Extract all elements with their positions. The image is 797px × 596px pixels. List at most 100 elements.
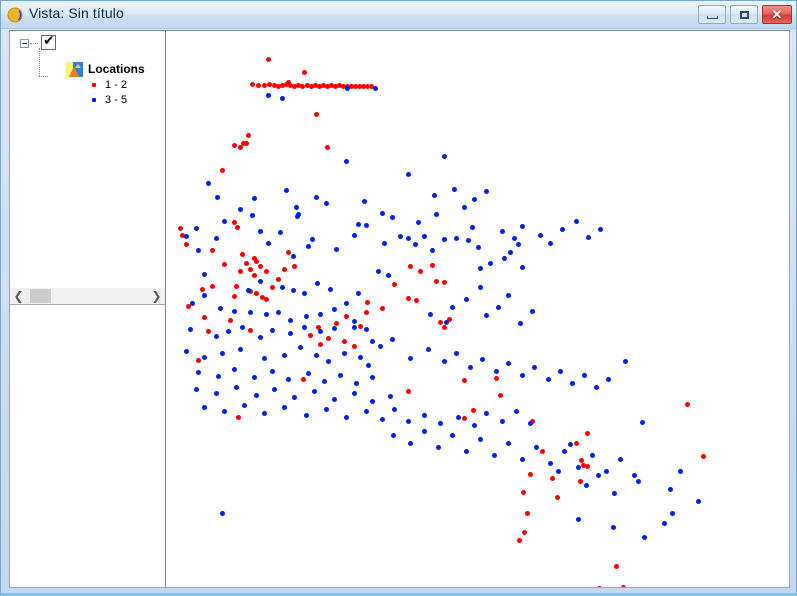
map-point[interactable] [244, 261, 249, 266]
map-point[interactable] [370, 375, 375, 380]
map-point[interactable] [242, 403, 247, 408]
map-point[interactable] [325, 145, 330, 150]
map-point[interactable] [315, 281, 320, 286]
map-point[interactable] [295, 214, 300, 219]
map-point[interactable] [202, 315, 207, 320]
map-point[interactable] [380, 211, 385, 216]
map-point[interactable] [232, 143, 237, 148]
map-point[interactable] [188, 327, 193, 332]
map-point[interactable] [215, 195, 220, 200]
map-point[interactable] [232, 294, 237, 299]
map-point[interactable] [670, 511, 675, 516]
map-point[interactable] [302, 70, 307, 75]
map-point[interactable] [252, 196, 257, 201]
map-point[interactable] [560, 227, 565, 232]
toc-horizontal-scrollbar[interactable]: ❮ ❯ [10, 287, 165, 304]
map-point[interactable] [270, 328, 275, 333]
map-point[interactable] [597, 586, 602, 587]
map-point[interactable] [606, 377, 611, 382]
map-point[interactable] [462, 205, 467, 210]
map-point[interactable] [196, 358, 201, 363]
map-point[interactable] [235, 225, 240, 230]
map-point[interactable] [611, 525, 616, 530]
map-point[interactable] [344, 314, 349, 319]
map-point[interactable] [380, 306, 385, 311]
map-point[interactable] [442, 280, 447, 285]
map-point[interactable] [518, 321, 523, 326]
map-point[interactable] [202, 405, 207, 410]
map-point[interactable] [476, 245, 481, 250]
map-point[interactable] [454, 236, 459, 241]
map-point[interactable] [500, 419, 505, 424]
scrollbar-thumb[interactable] [30, 289, 51, 303]
map-point[interactable] [291, 254, 296, 259]
map-point[interactable] [264, 297, 269, 302]
map-point[interactable] [344, 415, 349, 420]
map-point[interactable] [232, 367, 237, 372]
map-point[interactable] [555, 495, 560, 500]
map-point[interactable] [286, 377, 291, 382]
map-point[interactable] [190, 301, 195, 306]
map-point[interactable] [548, 461, 553, 466]
map-point[interactable] [582, 373, 587, 378]
map-point[interactable] [310, 237, 315, 242]
minimize-button[interactable] [698, 5, 726, 24]
map-point[interactable] [430, 248, 435, 253]
map-point[interactable] [196, 248, 201, 253]
map-point[interactable] [598, 227, 603, 232]
map-point[interactable] [282, 405, 287, 410]
close-button[interactable]: ✕ [762, 5, 792, 24]
map-point[interactable] [456, 415, 461, 420]
map-point[interactable] [525, 511, 530, 516]
map-point[interactable] [254, 259, 259, 264]
map-point[interactable] [250, 213, 255, 218]
map-point[interactable] [520, 373, 525, 378]
map-point[interactable] [220, 168, 225, 173]
map-point[interactable] [596, 473, 601, 478]
map-point[interactable] [584, 483, 589, 488]
map-point[interactable] [206, 329, 211, 334]
map-point[interactable] [621, 585, 626, 587]
map-point[interactable] [430, 263, 435, 268]
map-point[interactable] [276, 310, 281, 315]
map-point[interactable] [478, 266, 483, 271]
map-point[interactable] [422, 234, 427, 239]
map-point[interactable] [388, 394, 393, 399]
map-point[interactable] [362, 199, 367, 204]
map-point[interactable] [308, 333, 313, 338]
map-point[interactable] [262, 356, 267, 361]
map-point[interactable] [612, 491, 617, 496]
map-point[interactable] [222, 262, 227, 267]
map-point[interactable] [196, 370, 201, 375]
map-point[interactable] [520, 457, 525, 462]
map-point[interactable] [270, 369, 275, 374]
map-point[interactable] [238, 207, 243, 212]
map-point[interactable] [558, 369, 563, 374]
map-point[interactable] [252, 273, 257, 278]
map-point[interactable] [450, 305, 455, 310]
map-point[interactable] [288, 318, 293, 323]
map-point[interactable] [356, 222, 361, 227]
map-point[interactable] [365, 300, 370, 305]
map-point[interactable] [562, 449, 567, 454]
map-point[interactable] [373, 86, 378, 91]
map-point[interactable] [288, 331, 293, 336]
map-point[interactable] [342, 351, 347, 356]
map-point[interactable] [366, 363, 371, 368]
map-point[interactable] [406, 389, 411, 394]
map-point[interactable] [434, 279, 439, 284]
map-point[interactable] [586, 235, 591, 240]
map-point[interactable] [332, 326, 337, 331]
map-point[interactable] [332, 397, 337, 402]
map-point[interactable] [506, 361, 511, 366]
map-point[interactable] [506, 441, 511, 446]
map-point[interactable] [528, 472, 533, 477]
maximize-button[interactable] [730, 5, 758, 24]
map-point[interactable] [324, 407, 329, 412]
map-point[interactable] [408, 441, 413, 446]
map-point[interactable] [332, 307, 337, 312]
map-point[interactable] [258, 279, 263, 284]
map-point[interactable] [406, 296, 411, 301]
map-point[interactable] [484, 189, 489, 194]
map-point[interactable] [202, 355, 207, 360]
